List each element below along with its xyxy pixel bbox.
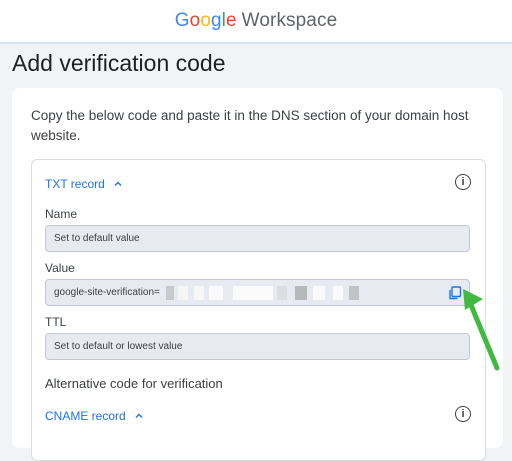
ttl-label: TTL <box>45 315 67 329</box>
alternative-code-heading: Alternative code for verification <box>45 376 223 391</box>
redacted-code <box>165 285 359 300</box>
app-header: Google Workspace <box>0 0 512 44</box>
value-field[interactable]: google-site-verification= <box>45 279 470 306</box>
name-label: Name <box>45 207 78 221</box>
cname-record-toggle[interactable]: CNAME record <box>45 409 144 423</box>
info-icon[interactable]: i <box>455 406 471 422</box>
value-label: Value <box>45 261 75 275</box>
logo-letter: G <box>174 10 190 31</box>
logo-workspace-text: Workspace <box>241 10 338 31</box>
value-prefix: google-site-verification= <box>54 287 160 298</box>
ttl-field[interactable]: Set to default or lowest value <box>45 333 470 360</box>
logo-letter: o <box>189 10 201 31</box>
txt-record-title: TXT record <box>45 177 105 191</box>
ttl-value: Set to default or lowest value <box>54 341 183 352</box>
google-workspace-logo: Google Workspace <box>175 10 338 32</box>
chevron-up-icon <box>135 413 143 418</box>
logo-letter: e <box>225 10 237 31</box>
verification-card: Copy the below code and paste it in the … <box>12 88 503 461</box>
txt-record-panel: TXT record i Name Set to default value V… <box>31 159 486 461</box>
intro-text: Copy the below code and paste it in the … <box>31 108 469 143</box>
page-title: Add verification code <box>12 50 226 76</box>
txt-record-toggle[interactable]: TXT record <box>45 177 123 191</box>
chevron-up-icon <box>114 181 122 186</box>
logo-letter: o <box>200 10 211 31</box>
info-icon[interactable]: i <box>455 174 471 190</box>
name-field[interactable]: Set to default value <box>45 225 470 252</box>
cname-record-title: CNAME record <box>45 409 126 423</box>
name-value: Set to default value <box>54 233 140 244</box>
logo-letter: g <box>210 10 222 31</box>
arrow-annotation <box>463 289 500 371</box>
